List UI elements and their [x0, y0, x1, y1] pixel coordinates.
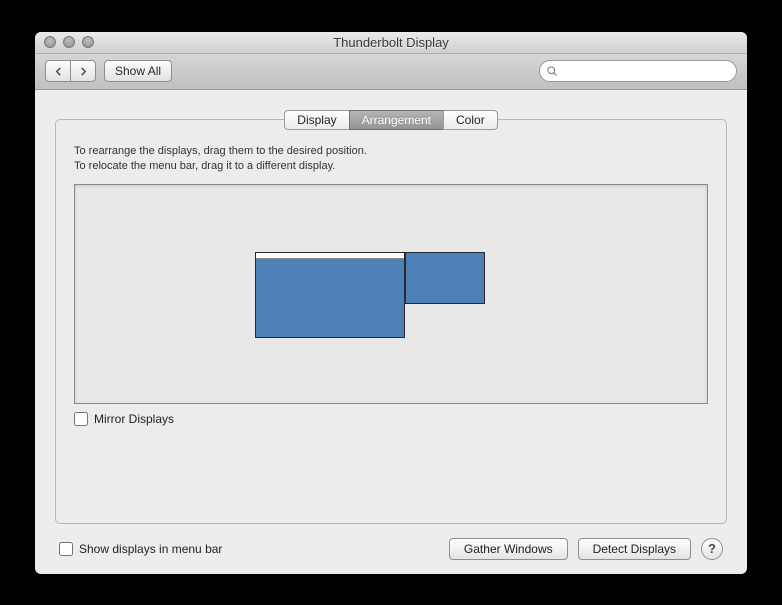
arrangement-panel: To rearrange the displays, drag them to … [55, 119, 727, 524]
tab-color[interactable]: Color [443, 110, 498, 130]
show-all-button[interactable]: Show All [104, 60, 172, 82]
mirror-displays-label: Mirror Displays [94, 412, 174, 426]
mirror-displays-row[interactable]: Mirror Displays [74, 412, 708, 426]
window-controls [35, 36, 94, 48]
instructions-line1: To rearrange the displays, drag them to … [74, 145, 367, 157]
titlebar: Thunderbolt Display [35, 32, 747, 54]
toolbar: Show All [35, 54, 747, 90]
tab-arrangement[interactable]: Arrangement [349, 110, 444, 130]
tab-display[interactable]: Display [284, 110, 349, 130]
close-window-button[interactable] [44, 36, 56, 48]
forward-button[interactable] [70, 60, 96, 82]
menu-bar-indicator[interactable] [256, 253, 404, 259]
show-in-menu-bar-checkbox[interactable] [59, 542, 73, 556]
back-button[interactable] [45, 60, 71, 82]
show-in-menu-bar-label: Show displays in menu bar [79, 542, 222, 556]
search-field[interactable] [539, 60, 737, 82]
display-secondary[interactable] [405, 252, 485, 304]
content-area: Display Arrangement Color To rearrange t… [35, 90, 747, 574]
instructions-text: To rearrange the displays, drag them to … [74, 144, 708, 175]
detect-displays-button[interactable]: Detect Displays [578, 538, 691, 560]
tabs-container: Display Arrangement Color [55, 110, 727, 130]
gather-windows-button[interactable]: Gather Windows [449, 538, 568, 560]
minimize-window-button[interactable] [63, 36, 75, 48]
zoom-window-button[interactable] [82, 36, 94, 48]
chevron-left-icon [54, 67, 63, 76]
search-icon [546, 65, 558, 77]
mirror-displays-checkbox[interactable] [74, 412, 88, 426]
display-primary[interactable] [255, 252, 405, 338]
footer-row: Show displays in menu bar Gather Windows… [55, 524, 727, 560]
instructions-line2: To relocate the menu bar, drag it to a d… [74, 160, 335, 172]
search-input[interactable] [562, 63, 730, 79]
nav-buttons [45, 60, 96, 82]
show-in-menu-bar-row[interactable]: Show displays in menu bar [59, 542, 222, 556]
tab-group: Display Arrangement Color [284, 110, 497, 130]
preferences-window: Thunderbolt Display Show All Display Arr… [35, 32, 747, 574]
display-arrangement-area[interactable] [74, 184, 708, 404]
help-button[interactable]: ? [701, 538, 723, 560]
window-title: Thunderbolt Display [35, 35, 747, 50]
chevron-right-icon [79, 67, 88, 76]
